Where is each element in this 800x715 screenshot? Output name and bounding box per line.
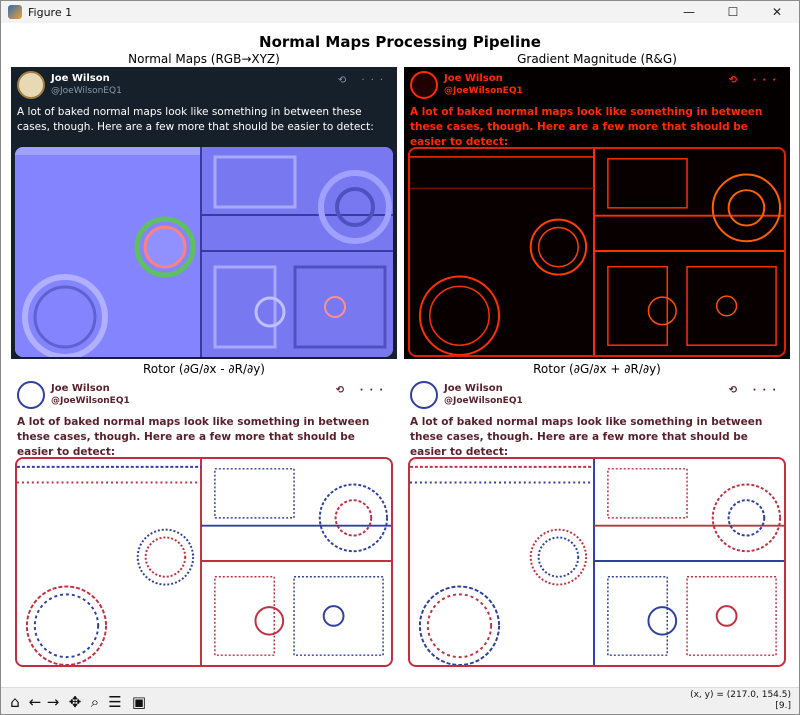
normal-map-graphic (15, 147, 393, 357)
tweet-author-name: Joe Wilson (51, 383, 110, 394)
tweet-author-name: Joe Wilson (444, 383, 503, 394)
tweet-author-name: Joe Wilson (51, 73, 110, 84)
title-bar: Figure 1 — ☐ ✕ (1, 1, 799, 23)
tweet-header: Joe Wilson @JoeWilsonEQ1 ⟲ ··· (410, 71, 784, 105)
panel-rotor-plus: Joe Wilson @JoeWilsonEQ1 ⟲ ··· A lot of … (404, 377, 790, 669)
tweet-author-handle: @JoeWilsonEQ1 (51, 396, 130, 406)
tweet-action-icons: ⟲ ··· (335, 385, 389, 396)
tweet-text: A lot of baked normal maps look like som… (410, 106, 763, 148)
panel-gradient-magnitude: Joe Wilson @JoeWilsonEQ1 ⟲ ··· A lot of … (404, 67, 790, 359)
avatar (17, 381, 45, 409)
normal-map-texture (15, 147, 393, 357)
rotor-minus-texture (15, 457, 393, 667)
panel-normal-maps: Joe Wilson @JoeWilsonEQ1 ⟲ ··· A lot of … (11, 67, 397, 359)
figure-window: Figure 1 — ☐ ✕ Normal Maps Processing Pi… (0, 0, 800, 715)
tweet-header: Joe Wilson @JoeWilsonEQ1 ⟲ ··· (17, 71, 391, 105)
tweet-author-handle: @JoeWilsonEQ1 (444, 396, 523, 406)
rotor-plus-graphic (410, 459, 784, 665)
save-icon[interactable]: ▣ (129, 692, 149, 712)
matplotlib-app-icon (8, 5, 22, 19)
back-arrow-icon[interactable]: ← (25, 692, 45, 712)
cursor-coordinates: (x, y) = (217.0, 154.5) [9.] (690, 690, 791, 712)
tweet-action-icons: ⟲ ··· (728, 75, 782, 86)
avatar (410, 381, 438, 409)
navigation-toolbar: ⌂ ← → ✥ ⌕ ☰ ▣ (x, y) = (217.0, 154.5) [9… (1, 687, 799, 714)
tweet-author-handle: @JoeWilsonEQ1 (51, 86, 122, 96)
figure-canvas[interactable]: Normal Maps Processing Pipeline Normal M… (1, 23, 799, 687)
pan-icon[interactable]: ✥ (65, 692, 85, 712)
panel-title-rotor-minus: Rotor (∂G/∂x - ∂R/∂y) (142, 362, 265, 376)
minimize-button[interactable]: — (667, 1, 711, 23)
avatar (410, 71, 438, 99)
forward-arrow-icon[interactable]: → (43, 692, 63, 712)
coords-readout: (x, y) = (217.0, 154.5) (690, 690, 791, 700)
tweet-text: A lot of baked normal maps look like som… (410, 416, 763, 458)
maximize-button[interactable]: ☐ (711, 1, 755, 23)
tweet-action-icons: ⟲ ··· (337, 75, 389, 86)
tweet-author-name: Joe Wilson (444, 73, 503, 84)
home-icon[interactable]: ⌂ (5, 692, 25, 712)
gradient-graphic (410, 149, 784, 355)
close-button[interactable]: ✕ (755, 1, 799, 23)
window-controls: — ☐ ✕ (667, 1, 799, 23)
gradient-texture (408, 147, 786, 357)
tweet-header: Joe Wilson @JoeWilsonEQ1 ⟲ ··· (17, 381, 391, 415)
rotor-plus-texture (408, 457, 786, 667)
rotor-minus-graphic (17, 459, 391, 665)
figure-suptitle: Normal Maps Processing Pipeline (259, 33, 541, 51)
zoom-icon[interactable]: ⌕ (85, 692, 105, 712)
panel-title-rotor-plus: Rotor (∂G/∂x + ∂R/∂y) (533, 362, 661, 376)
tweet-text: A lot of baked normal maps look like som… (17, 416, 370, 458)
tweet-header: Joe Wilson @JoeWilsonEQ1 ⟲ ··· (410, 381, 784, 415)
panel-rotor-minus: Joe Wilson @JoeWilsonEQ1 ⟲ ··· A lot of … (11, 377, 397, 669)
avatar (17, 71, 45, 99)
tweet-action-icons: ⟲ ··· (728, 385, 782, 396)
panel-title-normal-maps: Normal Maps (RGB→XYZ) (128, 52, 280, 66)
coords-value: [9.] (775, 701, 791, 711)
panel-title-gradient: Gradient Magnitude (R&G) (517, 52, 677, 66)
configure-subplots-icon[interactable]: ☰ (105, 692, 125, 712)
window-title: Figure 1 (28, 5, 73, 19)
tweet-author-handle: @JoeWilsonEQ1 (444, 86, 523, 96)
tweet-text: A lot of baked normal maps look like som… (17, 106, 374, 133)
